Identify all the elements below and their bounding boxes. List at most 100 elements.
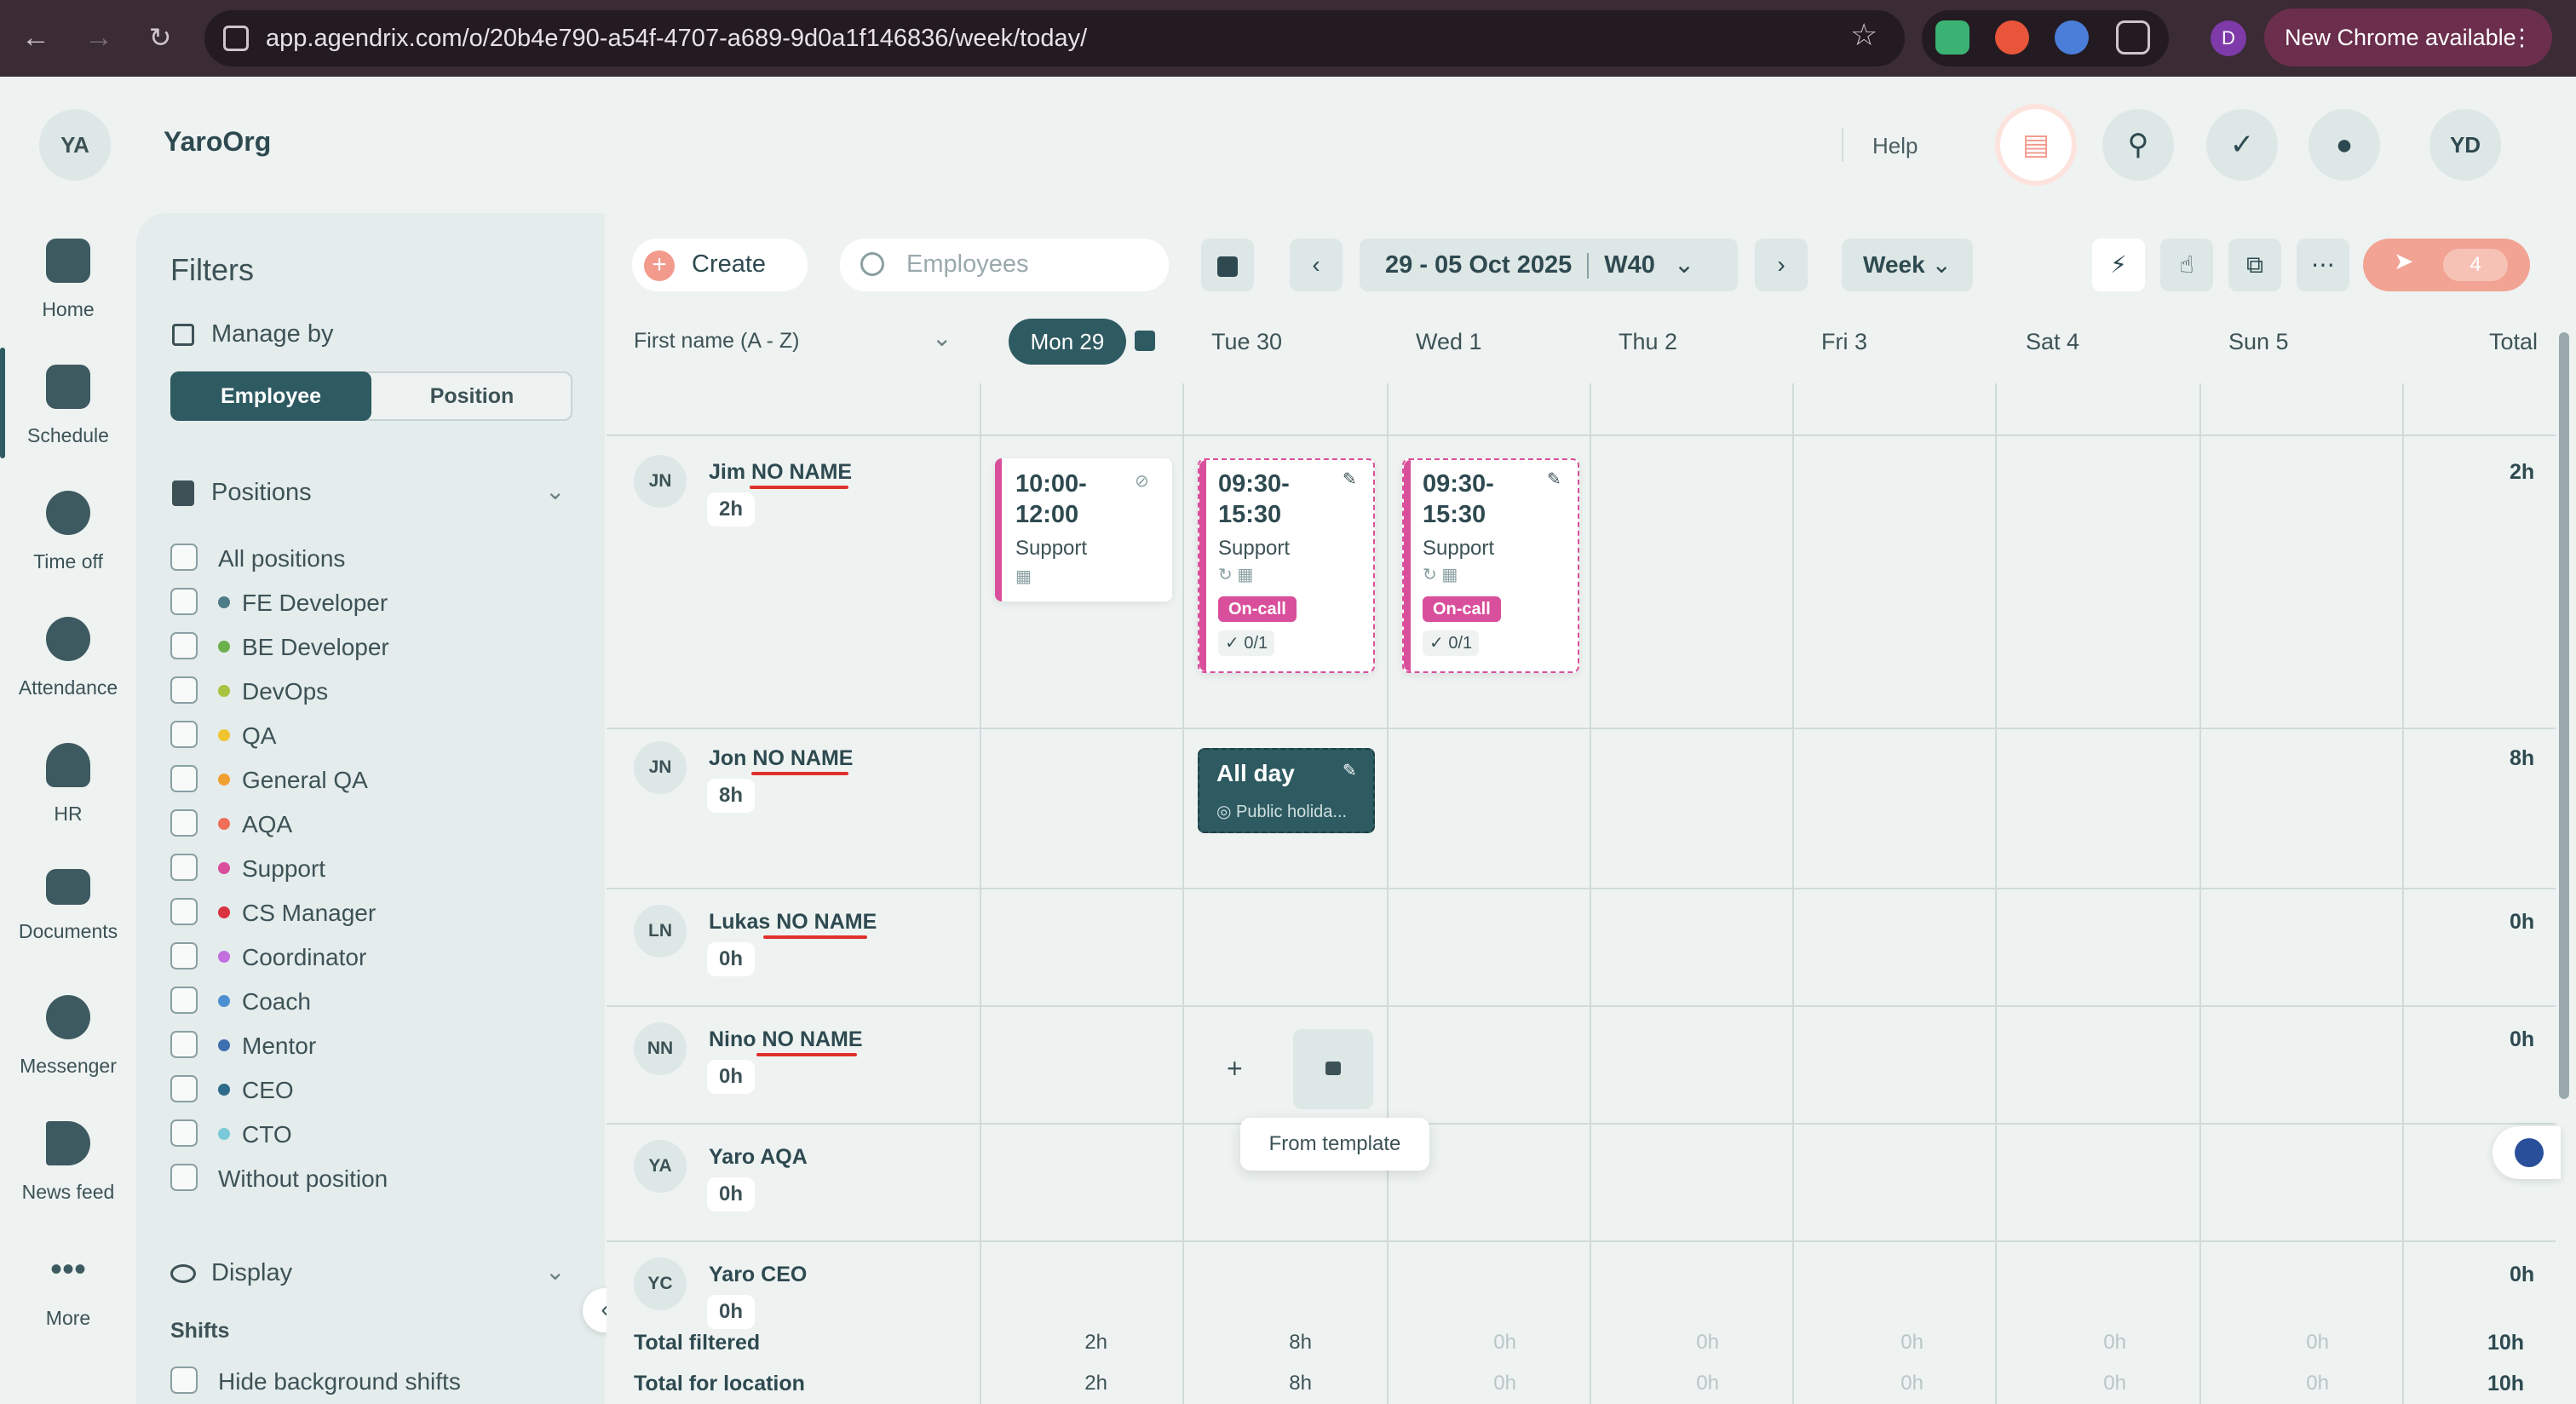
calendar-button[interactable] — [1201, 239, 1254, 291]
employee-avatar[interactable]: YA — [634, 1140, 687, 1193]
bell-icon[interactable]: ● — [2309, 109, 2380, 181]
check-icon[interactable]: ✓ — [2206, 109, 2278, 181]
position-filter-row[interactable]: CS Manager — [170, 889, 579, 934]
employee-name[interactable]: Jim NO NAME — [709, 460, 852, 485]
position-checkbox[interactable] — [170, 1075, 198, 1102]
org-name[interactable]: YaroOrg — [164, 126, 271, 158]
org-avatar[interactable]: YA — [39, 109, 111, 181]
employee-name[interactable]: Yaro AQA — [709, 1145, 808, 1170]
puzzle-icon[interactable] — [2116, 20, 2150, 55]
position-checkbox[interactable] — [170, 588, 198, 615]
gift-icon[interactable]: ▤ — [2000, 109, 2072, 181]
extension-icon[interactable] — [2055, 20, 2089, 55]
profile-avatar[interactable]: D — [2211, 20, 2246, 56]
shift-card[interactable]: 09:30- 15:30 ✎ Support ↻ ▦ On-call ✓ 0/1 — [1198, 458, 1375, 673]
position-checkbox[interactable] — [170, 632, 198, 659]
position-checkbox[interactable] — [170, 898, 198, 925]
extension-icon[interactable] — [1995, 20, 2029, 55]
all-day-shift[interactable]: All day ✎ ◎ Public holida... — [1198, 748, 1375, 833]
nav-item-time-off[interactable]: Time off — [0, 491, 136, 610]
manage-by-position[interactable]: Position — [371, 371, 572, 421]
shift-card[interactable]: 09:30- 15:30 ✎ Support ↻ ▦ On-call ✓ 0/1 — [1402, 458, 1579, 673]
from-template-button[interactable] — [1293, 1029, 1373, 1109]
employee-name[interactable]: Yaro CEO — [709, 1263, 807, 1287]
position-filter-row[interactable]: Mentor — [170, 1022, 579, 1067]
position-filter-row[interactable]: CEO — [170, 1067, 579, 1111]
forward-icon[interactable]: → — [80, 19, 118, 56]
position-checkbox[interactable] — [170, 721, 198, 748]
next-week-button[interactable]: › — [1755, 239, 1808, 291]
nav-item-schedule[interactable]: Schedule — [0, 365, 136, 484]
pencil-icon[interactable]: ✎ — [1547, 469, 1561, 490]
position-filter-row[interactable]: CTO — [170, 1111, 579, 1155]
position-checkbox[interactable] — [170, 765, 198, 792]
position-checkbox[interactable] — [170, 544, 198, 571]
nav-item-documents[interactable]: Documents — [0, 869, 136, 988]
chrome-update-button[interactable]: New Chrome available ⋮ — [2264, 9, 2552, 66]
employee-name[interactable]: Lukas NO NAME — [709, 910, 877, 935]
position-checkbox[interactable] — [170, 1119, 198, 1147]
view-select[interactable]: Week ⌄ — [1842, 239, 1973, 291]
help-widget[interactable] — [2493, 1126, 2561, 1179]
employee-name[interactable]: Nino NO NAME — [709, 1027, 863, 1052]
employee-avatar[interactable]: JN — [634, 741, 687, 794]
position-filter-row[interactable]: General QA — [170, 757, 579, 801]
prev-week-button[interactable]: ‹ — [1290, 239, 1343, 291]
chevron-down-icon[interactable]: ⌄ — [932, 324, 952, 352]
pencil-icon[interactable]: ✎ — [1343, 469, 1357, 490]
day-header[interactable]: Fri 3 — [1821, 329, 1867, 355]
user-avatar[interactable]: YD — [2429, 109, 2501, 181]
scrollbar[interactable] — [2559, 332, 2569, 1099]
nav-item-more[interactable]: ••• More — [0, 1247, 136, 1367]
position-filter-row[interactable]: FE Developer — [170, 579, 579, 624]
employee-avatar[interactable]: NN — [634, 1022, 687, 1075]
position-filter-row[interactable]: BE Developer — [170, 624, 579, 668]
nav-item-attendance[interactable]: Attendance — [0, 617, 136, 736]
position-checkbox[interactable] — [170, 942, 198, 970]
nav-item-messenger[interactable]: Messenger — [0, 995, 136, 1114]
manage-by-employee[interactable]: Employee — [170, 371, 371, 421]
position-filter-row[interactable]: Coordinator — [170, 934, 579, 978]
day-header[interactable]: Wed 1 — [1416, 329, 1482, 355]
help-link[interactable]: Help — [1872, 133, 1918, 159]
sort-select[interactable]: First name (A - Z) — [634, 329, 799, 354]
reload-icon[interactable]: ↻ — [141, 19, 179, 56]
position-checkbox[interactable] — [170, 809, 198, 837]
chevron-down-icon[interactable]: ⌄ — [545, 477, 565, 505]
shift-card[interactable]: 10:00- 12:00 ⊘ Support ▦ — [995, 458, 1172, 601]
employee-avatar[interactable]: YC — [634, 1257, 687, 1310]
tap-icon[interactable]: ☝ — [2160, 239, 2213, 291]
position-checkbox[interactable] — [170, 676, 198, 704]
day-header[interactable]: Thu 2 — [1619, 329, 1677, 355]
hidden-eye-icon[interactable]: ⊘ — [1135, 470, 1149, 492]
position-filter-row[interactable]: DevOps — [170, 668, 579, 712]
position-filter-row[interactable]: QA — [170, 712, 579, 757]
employee-avatar[interactable]: LN — [634, 905, 687, 958]
nav-item-news-feed[interactable]: News feed — [0, 1121, 136, 1240]
position-checkbox[interactable] — [170, 854, 198, 881]
lightning-icon[interactable]: ⚡ — [2092, 239, 2145, 291]
day-header[interactable]: Tue 30 — [1211, 329, 1282, 355]
employee-avatar[interactable]: JN — [634, 455, 687, 508]
position-checkbox[interactable] — [170, 1031, 198, 1058]
position-filter-row[interactable]: All positions — [170, 535, 579, 579]
add-shift-icon[interactable]: + — [1227, 1053, 1243, 1085]
chevron-down-icon[interactable]: ⌄ — [545, 1257, 565, 1286]
pencil-icon[interactable]: ✎ — [1343, 760, 1357, 781]
day-header[interactable]: Sat 4 — [2026, 329, 2079, 355]
position-filter-row[interactable]: AQA — [170, 801, 579, 845]
day-header-today[interactable]: Mon 29 — [1009, 319, 1126, 365]
position-checkbox[interactable] — [170, 1164, 198, 1191]
day-header[interactable]: Sun 5 — [2228, 329, 2289, 355]
copy-icon[interactable]: ⧉ — [2228, 239, 2281, 291]
site-settings-icon[interactable] — [223, 26, 249, 51]
position-checkbox[interactable] — [170, 987, 198, 1014]
position-filter-row[interactable]: Support — [170, 845, 579, 889]
nav-item-hr[interactable]: HR — [0, 743, 136, 862]
hide-bg-checkbox[interactable] — [170, 1367, 198, 1394]
search-icon[interactable]: ⚲ — [2102, 109, 2174, 181]
more-options-icon[interactable]: ⋯ — [2297, 239, 2349, 291]
note-icon[interactable] — [1135, 331, 1155, 351]
position-filter-row[interactable]: Without position — [170, 1155, 579, 1200]
back-icon[interactable]: ← — [17, 19, 55, 56]
